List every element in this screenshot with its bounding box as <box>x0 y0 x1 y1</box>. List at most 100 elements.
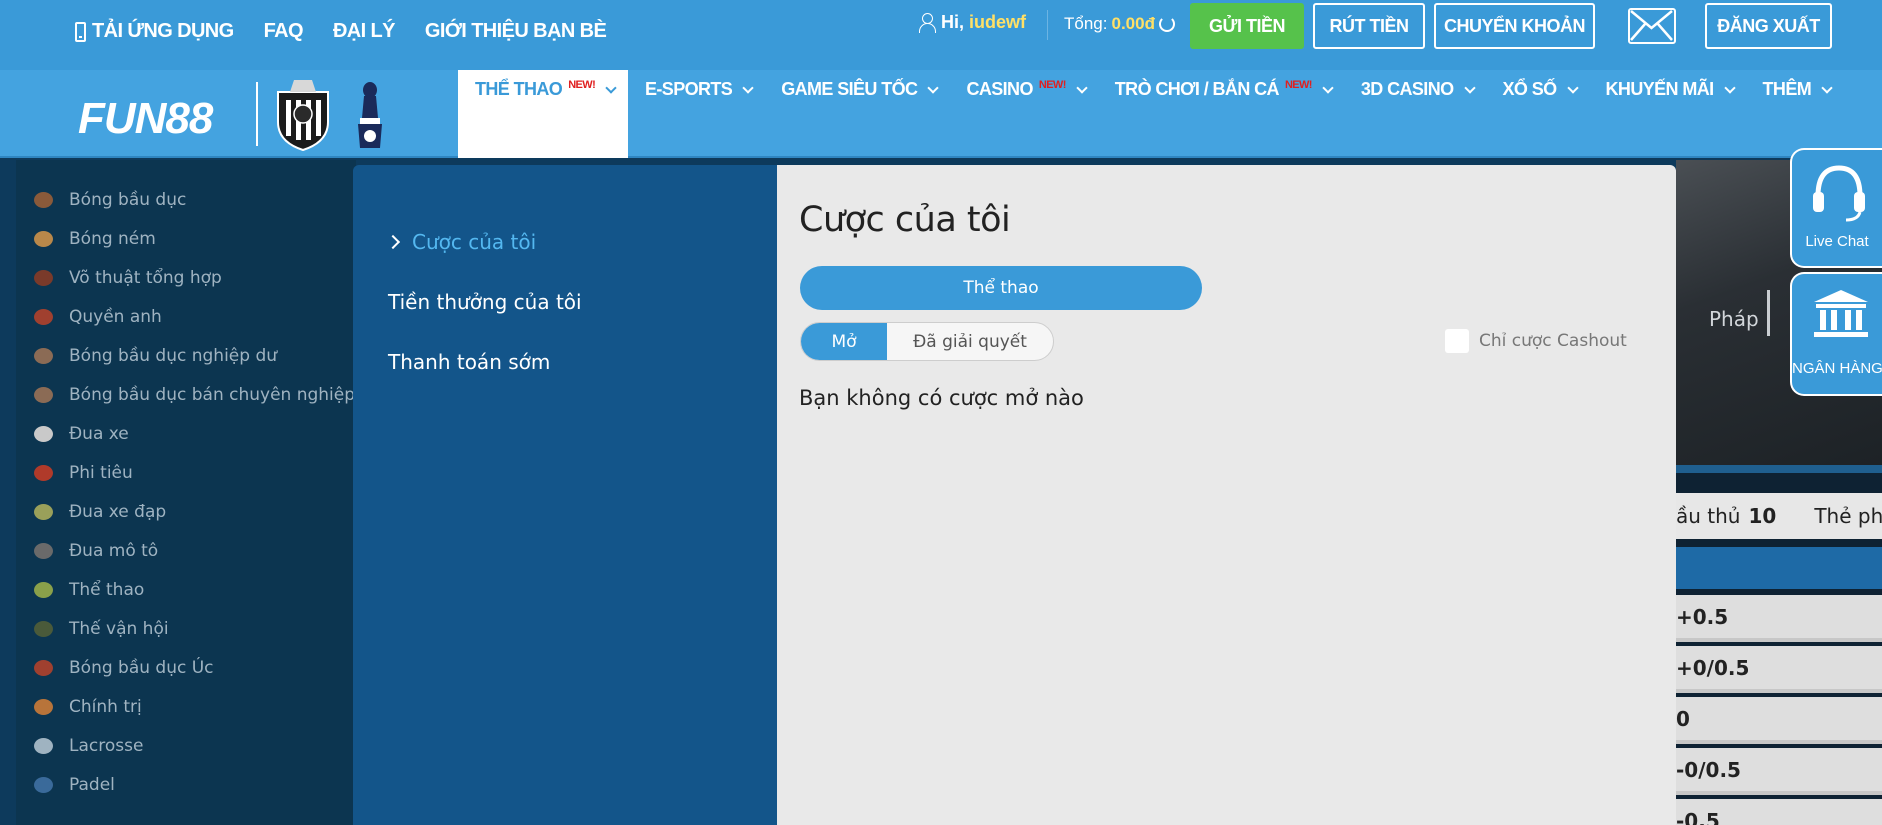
divider <box>1676 465 1882 473</box>
sidebar-item-sport[interactable]: Đua xe đạp <box>16 492 356 531</box>
sidebar-item-label: Thể thao <box>69 579 145 600</box>
sport-icon <box>34 347 53 364</box>
menu-my-bonus[interactable]: Tiền thưởng của tôi <box>388 290 582 314</box>
players-label: ầu thủ <box>1676 504 1741 528</box>
filter-settled[interactable]: Đã giải quyết <box>887 323 1053 360</box>
bets-modal-menu: Cược của tôi Tiền thưởng của tôi Thanh t… <box>353 165 777 825</box>
sidebar-item-sport[interactable]: Bóng ném <box>16 219 356 258</box>
sidebar-item-sport[interactable]: Đua xe <box>16 414 356 453</box>
cashout-checkbox[interactable] <box>1445 329 1469 353</box>
bank-label: NGÂN HÀNG <box>1792 360 1882 377</box>
deposit-button[interactable]: GỬI TIỀN <box>1190 3 1304 49</box>
balance: Tổng: 0.00đ <box>1064 14 1175 34</box>
agent-link[interactable]: ĐẠI LÝ <box>333 20 396 43</box>
sidebar-item-sport[interactable]: Padel <box>16 765 356 804</box>
sidebar-item-label: Bóng ném <box>69 228 156 249</box>
sidebar-item-label: Võ thuật tổng hợp <box>69 267 222 288</box>
logout-button[interactable]: ĐĂNG XUẤT <box>1705 3 1832 49</box>
user-greeting[interactable]: Hi, iudewf <box>918 12 1026 33</box>
headset-icon <box>1813 165 1865 222</box>
sidebar-item-label: Bóng bầu dục bán chuyên nghiệp <box>69 384 356 405</box>
live-chat-label: Live Chat <box>1805 233 1869 250</box>
sport-categories-nav: THỂ THAO NEW! E-SPORTS GAME SIÊU TỐC CASI… <box>458 70 1843 158</box>
refresh-icon[interactable] <box>1158 16 1175 32</box>
live-chat-button[interactable]: Live Chat <box>1790 148 1882 268</box>
players-value: 10 <box>1748 504 1777 528</box>
sidebar-item-label: Đua xe <box>69 423 129 444</box>
download-app-link[interactable]: TẢI ỨNG DỤNG <box>75 20 234 43</box>
sidebar-item-label: Quyền anh <box>69 306 162 327</box>
sidebar-item-sport[interactable]: Phi tiêu <box>16 453 356 492</box>
sidebar-item-sport[interactable]: Bóng bầu dục nghiệp dư <box>16 336 356 375</box>
menu-my-bets-label: Cược của tôi <box>412 230 537 254</box>
nav-3d-casino[interactable]: 3D CASINO <box>1344 70 1486 158</box>
menu-early-payout[interactable]: Thanh toán sớm <box>388 350 550 374</box>
odds-cell[interactable]: +0/0.5 <box>1676 646 1882 693</box>
nav-games-fishing[interactable]: TRÒ CHƠI / BẮN CÁ NEW! <box>1098 70 1344 158</box>
sport-icon <box>34 191 53 208</box>
tab-sports[interactable]: Thể thao <box>800 266 1202 310</box>
chevron-right-icon <box>385 234 401 250</box>
sidebar-item-label: Phi tiêu <box>69 462 133 483</box>
sport-icon <box>34 620 53 637</box>
withdraw-button[interactable]: RÚT TIỀN <box>1313 3 1425 49</box>
logo-divider <box>256 82 258 146</box>
sidebar-item-sport[interactable]: Thể thao <box>16 570 356 609</box>
sport-icon <box>34 776 53 793</box>
mail-icon[interactable] <box>1628 8 1676 44</box>
chevron-down-icon <box>927 82 940 94</box>
main-nav: FUN88 THỂ THAO NEW! E-SPORTS GAME SIÊU TỐ… <box>0 70 1882 158</box>
sidebar-item-label: Chính trị <box>69 696 142 717</box>
odds-cell[interactable]: -0/0.5 <box>1676 748 1882 795</box>
new-badge: NEW! <box>568 79 596 91</box>
nav-label: 3D CASINO <box>1360 79 1454 99</box>
sidebar-item-sport[interactable]: Võ thuật tổng hợp <box>16 258 356 297</box>
sport-icon <box>34 503 53 520</box>
odds-header <box>1676 547 1882 589</box>
fun88-logo[interactable]: FUN88 <box>78 94 213 144</box>
sidebar-item-sport[interactable]: Bóng bầu dục <box>16 180 356 219</box>
username: iudewf <box>969 12 1027 32</box>
sport-icon <box>34 542 53 559</box>
newcastle-crest-icon <box>277 80 329 152</box>
sidebar-item-sport[interactable]: Đua mô tô <box>16 531 356 570</box>
sidebar-item-sport[interactable]: Lacrosse <box>16 726 356 765</box>
bank-button[interactable]: NGÂN HÀNG <box>1790 272 1882 396</box>
sport-icon <box>34 464 53 481</box>
chevron-down-icon <box>742 82 754 94</box>
nav-sports[interactable]: THỂ THAO NEW! <box>458 70 628 158</box>
sidebar-item-sport[interactable]: Quyền anh <box>16 297 356 336</box>
nav-lottery[interactable]: XỔ SỐ <box>1486 70 1589 158</box>
cashout-filter[interactable]: Chỉ cược Cashout <box>1445 329 1627 353</box>
user-icon <box>918 12 936 33</box>
new-badge: NEW! <box>1038 79 1067 91</box>
nav-more[interactable]: THÊM <box>1746 70 1844 158</box>
nav-esports[interactable]: E-SPORTS <box>628 70 764 158</box>
sidebar-item-label: Bóng bầu dục <box>69 189 187 210</box>
sidebar-item-label: Đua mô tô <box>69 540 159 561</box>
sidebar-item-sport[interactable]: Bóng bầu dục Úc <box>16 648 356 687</box>
odds-cell[interactable]: +0.5 <box>1676 595 1882 642</box>
team-name: Pháp <box>1709 307 1759 331</box>
filter-open[interactable]: Mở <box>801 323 887 360</box>
referral-link[interactable]: GIỚI THIỆU BẠN BÈ <box>425 20 607 43</box>
nav-fast-games[interactable]: GAME SIÊU TỐC <box>764 70 949 158</box>
nav-label: XỔ SỐ <box>1502 79 1558 99</box>
page-title: Cược của tôi <box>799 200 1011 240</box>
odds-cell[interactable]: -0.5 <box>1676 799 1882 825</box>
menu-my-bets[interactable]: Cược của tôi <box>385 230 537 254</box>
sidebar-item-sport[interactable]: Bóng bầu dục bán chuyên nghiệp <box>16 375 356 414</box>
nav-promotions[interactable]: KHUYẾN MÃI <box>1589 70 1746 158</box>
bank-icon <box>1814 290 1868 337</box>
transfer-button[interactable]: CHUYỂN KHOẢN <box>1434 3 1595 49</box>
sidebar-item-sport[interactable]: Thế vận hội <box>16 609 356 648</box>
balance-label: Tổng: <box>1064 14 1108 33</box>
odds-cell[interactable]: 0 <box>1676 697 1882 744</box>
bet-status-toggle: Mở Đã giải quyết <box>800 322 1054 361</box>
chevron-down-icon <box>1566 82 1579 94</box>
faq-link[interactable]: FAQ <box>264 20 304 43</box>
sport-icon <box>34 308 53 325</box>
balance-value: 0.00đ <box>1111 14 1155 33</box>
nav-casino[interactable]: CASINO NEW! <box>949 70 1097 158</box>
sidebar-item-sport[interactable]: Chính trị <box>16 687 356 726</box>
